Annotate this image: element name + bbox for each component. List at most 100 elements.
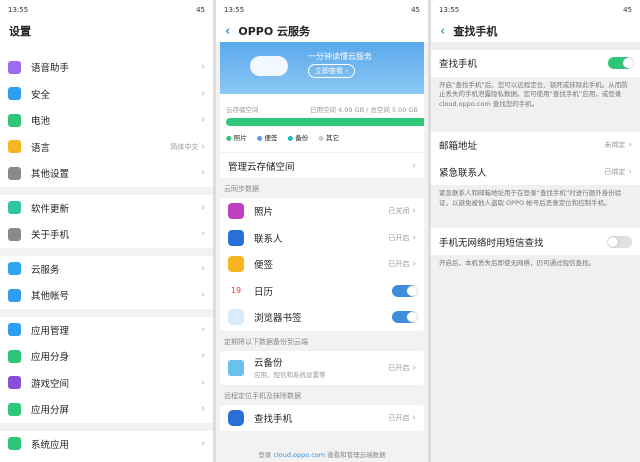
status-time: 13:55 bbox=[439, 6, 460, 14]
calendar-icon: 19 bbox=[228, 282, 244, 299]
sync-item-label: 浏览器书签 bbox=[254, 313, 302, 325]
chevron-right-icon: › bbox=[201, 263, 205, 274]
chevron-right-icon: › bbox=[412, 232, 416, 243]
settings-item[interactable]: 安全 › bbox=[0, 80, 213, 107]
chevron-right-icon: › bbox=[201, 62, 205, 73]
status-time: 13:55 bbox=[224, 6, 245, 14]
chevron-right-icon: › bbox=[201, 202, 205, 213]
page-header: ‹ 查找手机 bbox=[431, 20, 640, 42]
storage-bar bbox=[226, 118, 424, 126]
settings-item[interactable]: 关于手机 › bbox=[0, 221, 213, 248]
microphone-icon bbox=[8, 60, 21, 74]
settings-item[interactable]: 语音助手 › bbox=[0, 54, 213, 81]
page-title: 设置 bbox=[0, 20, 213, 42]
legend-label: 照片 bbox=[233, 134, 247, 142]
cloud-backup-sub: 应用、短信和系统设置等 bbox=[254, 371, 326, 379]
find-phone-label: 查找手机 bbox=[439, 59, 478, 71]
storage-usage: 已用空间 4.99 GB / 总空间 5.00 GB bbox=[309, 106, 418, 114]
section-label: 远程定位手机及抹除数据 bbox=[224, 391, 301, 400]
sync-item-label: 照片 bbox=[254, 207, 274, 219]
sync-item-label: 日历 bbox=[254, 286, 274, 298]
sms-find-toggle[interactable] bbox=[608, 235, 632, 248]
settings-item[interactable]: 语言 简体中文 › bbox=[0, 133, 213, 160]
find-phone-label: 查找手机 bbox=[254, 413, 293, 425]
legend-item: ● 照片 bbox=[226, 132, 247, 142]
section-label: 定期将以下数据备份到云端 bbox=[224, 337, 308, 346]
settings-item[interactable]: 应用分身 › bbox=[0, 343, 213, 370]
settings-item[interactable]: 其他设置 › bbox=[0, 160, 213, 187]
sync-item[interactable]: 联系人 已开启 › bbox=[220, 224, 424, 251]
settings-item-label: 应用分身 bbox=[31, 352, 70, 364]
sync-toggle[interactable] bbox=[392, 311, 417, 324]
status-bar: 13:55 45 bbox=[431, 0, 640, 20]
settings-item[interactable]: 应用管理 › bbox=[0, 316, 213, 343]
cloud-backup-status: 已开启 bbox=[388, 363, 410, 372]
notes-icon bbox=[228, 256, 244, 273]
sync-status: 已开启 bbox=[388, 260, 410, 269]
email-row[interactable]: 邮箱地址 未绑定 › bbox=[431, 131, 640, 159]
settings-item[interactable]: 系统应用 › bbox=[0, 430, 213, 457]
chevron-right-icon: › bbox=[201, 377, 205, 388]
clone-icon bbox=[8, 349, 21, 363]
legend-item: ● 其它 bbox=[318, 132, 339, 142]
settings-item[interactable]: 软件更新 › bbox=[0, 194, 213, 221]
contacts-icon bbox=[228, 229, 244, 246]
settings-item-label: 应用管理 bbox=[31, 325, 70, 337]
settings-item[interactable]: 应用分屏 › bbox=[0, 396, 213, 423]
sync-item[interactable]: 便签 已开启 › bbox=[220, 251, 424, 278]
account-icon bbox=[8, 288, 21, 302]
chevron-right-icon: › bbox=[201, 351, 205, 362]
settings-item[interactable]: 游戏空间 › bbox=[0, 369, 213, 396]
divider bbox=[0, 422, 213, 431]
chevron-right-icon: › bbox=[201, 324, 205, 335]
divider bbox=[0, 186, 213, 195]
emergency-contact-row[interactable]: 紧急联系人 已绑定 › bbox=[431, 158, 640, 185]
partial-row bbox=[0, 42, 213, 54]
settings-item-label: 系统应用 bbox=[31, 439, 70, 451]
chevron-right-icon: › bbox=[412, 206, 416, 217]
sync-item[interactable]: 照片 已关闭 › bbox=[220, 198, 424, 225]
legend-label: 备份 bbox=[295, 134, 309, 142]
cloud-backup-icon bbox=[228, 359, 244, 376]
view-now-button[interactable]: 立即查看 › bbox=[308, 64, 356, 78]
banner[interactable]: 一分钟读懂云服务 立即查看 › bbox=[220, 42, 424, 94]
chevron-right-icon: › bbox=[201, 290, 205, 301]
back-button[interactable]: ‹ bbox=[440, 24, 445, 39]
manage-storage-row[interactable]: 管理云存储空间 › bbox=[220, 152, 424, 178]
page-title: OPPO 云服务 bbox=[238, 25, 311, 38]
find-phone-panel: 13:55 45 ‹ 查找手机 查找手机 开启“查找手机”后，您可以远程定位、锁死或… bbox=[431, 0, 640, 462]
chevron-right-icon: › bbox=[201, 115, 205, 126]
settings-item-label: 其他设置 bbox=[31, 169, 70, 181]
settings-item[interactable]: 云服务 › bbox=[0, 255, 213, 282]
chevron-right-icon: › bbox=[201, 438, 205, 449]
battery-level: 45 bbox=[411, 6, 420, 14]
find-phone-toggle[interactable] bbox=[608, 57, 633, 70]
chevron-right-icon: › bbox=[628, 166, 632, 177]
battery-icon bbox=[8, 113, 21, 127]
sms-find-description: 开启后，本机丢失后即使无网络，仍可通过短信查找。 bbox=[439, 258, 595, 267]
banner-text: 一分钟读懂云服务 bbox=[308, 52, 372, 61]
find-phone-row[interactable]: 查找手机 已开启 › bbox=[220, 404, 424, 431]
back-button[interactable]: ‹ bbox=[225, 24, 230, 39]
find-phone-description: 开启“查找手机”后，您可以远程定位、锁死或抹除此手机。从而防止丢失的手机泄露隐私… bbox=[439, 80, 628, 109]
settings-item-label: 安全 bbox=[31, 89, 51, 101]
chevron-right-icon: › bbox=[201, 168, 205, 179]
emergency-description: 紧急联系人和邮箱地址用于在登录“查找手机”时进行额外身份验证，以避免被他人盗取 … bbox=[439, 188, 622, 207]
battery-level: 45 bbox=[623, 6, 632, 14]
split-screen-icon bbox=[8, 402, 21, 416]
apps-icon bbox=[8, 323, 21, 337]
divider bbox=[0, 247, 213, 256]
cloud-link[interactable]: cloud.oppo.com bbox=[273, 451, 325, 459]
find-phone-status: 已开启 bbox=[388, 413, 410, 422]
cloud-icon bbox=[8, 262, 21, 276]
sync-item[interactable]: 浏览器书签 bbox=[220, 304, 424, 331]
battery-level: 45 bbox=[196, 6, 205, 14]
settings-item[interactable]: 其他帐号 › bbox=[0, 282, 213, 309]
sync-item[interactable]: 19 日历 bbox=[220, 277, 424, 304]
legend-dot: ● bbox=[256, 134, 265, 142]
settings-item-label: 软件更新 bbox=[31, 203, 70, 215]
footer: 登录 cloud.oppo.com 查看和管理云端数据 bbox=[216, 449, 428, 459]
settings-item[interactable]: 电池 › bbox=[0, 107, 213, 134]
cloud-backup-row[interactable]: 云备份 应用、短信和系统设置等 已开启 › bbox=[220, 350, 424, 385]
sync-toggle[interactable] bbox=[392, 284, 417, 297]
